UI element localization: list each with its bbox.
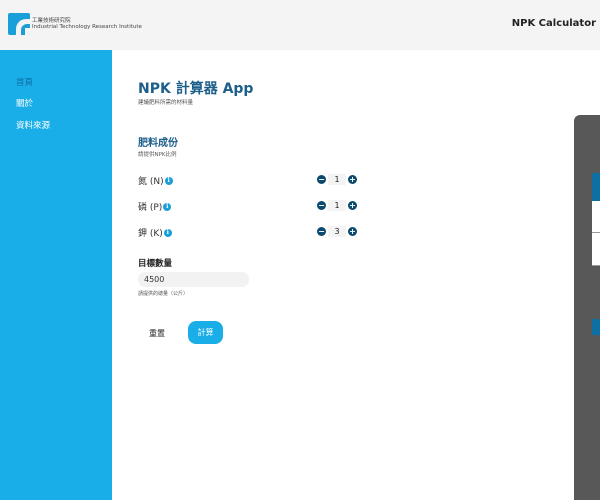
itri-logo-icon: [8, 13, 30, 35]
quantity-stepper-n: − 1 +: [317, 174, 357, 185]
sidebar-item-about[interactable]: 關於: [16, 97, 33, 109]
nutrient-row-p: 磷 (P) i − 1 +: [138, 199, 368, 213]
info-icon[interactable]: i: [163, 228, 172, 237]
nutrient-label-p: 磷 (P): [138, 203, 163, 213]
stepper-value-p[interactable]: 1: [328, 200, 346, 211]
nutrient-label-n: 氮 (N): [138, 177, 164, 187]
plus-icon[interactable]: +: [348, 201, 357, 210]
itri-logo[interactable]: 工業技術研究院 Industrial Technology Research I…: [8, 13, 142, 35]
app-title[interactable]: NPK Calculator: [512, 18, 596, 29]
top-bar: 工業技術研究院 Industrial Technology Research I…: [0, 0, 600, 50]
logo-org-en: Industrial Technology Research Institute: [32, 24, 142, 30]
quantity-stepper-k: − 3 +: [317, 226, 357, 237]
quantity-stepper-p: − 1 +: [317, 200, 357, 211]
section-subtitle: 請提供NPK比例: [138, 152, 177, 158]
calculate-button[interactable]: 計算: [188, 321, 223, 344]
stepper-value-n[interactable]: 1: [328, 174, 346, 185]
nutrient-row-k: 鉀 (K) i − 3 +: [138, 225, 368, 239]
nutrient-row-n: 氮 (N) i − 1 +: [138, 173, 368, 187]
stepper-value-k[interactable]: 3: [328, 226, 346, 237]
section-title: 肥料成份: [138, 138, 178, 149]
target-quantity-hint: 請提供的總量（公斤）: [138, 291, 189, 297]
minus-icon[interactable]: −: [317, 201, 326, 210]
target-quantity-label: 目標數量: [138, 259, 173, 269]
result-panel-button[interactable]: [592, 319, 600, 335]
target-quantity-input[interactable]: [138, 272, 249, 287]
info-icon[interactable]: i: [163, 202, 172, 211]
reset-button[interactable]: 重置: [138, 322, 176, 344]
sidebar-item-data-source[interactable]: 資料來源: [16, 119, 50, 131]
result-table: [592, 173, 600, 266]
minus-icon[interactable]: −: [317, 227, 326, 236]
result-panel: [574, 115, 600, 500]
page-title: NPK 計算器 App: [138, 81, 254, 97]
sidebar: 首頁 關於 資料來源: [0, 50, 112, 500]
sidebar-item-home[interactable]: 首頁: [16, 76, 33, 88]
nutrient-label-k: 鉀 (K): [138, 229, 163, 239]
minus-icon[interactable]: −: [317, 175, 326, 184]
main-content: NPK 計算器 App 建議肥料所需的材料量 肥料成份 請提供NPK比例 氮 (…: [112, 50, 600, 500]
plus-icon[interactable]: +: [348, 227, 357, 236]
plus-icon[interactable]: +: [348, 175, 357, 184]
page-subtitle: 建議肥料所需的材料量: [138, 100, 194, 106]
info-icon[interactable]: i: [164, 176, 173, 185]
